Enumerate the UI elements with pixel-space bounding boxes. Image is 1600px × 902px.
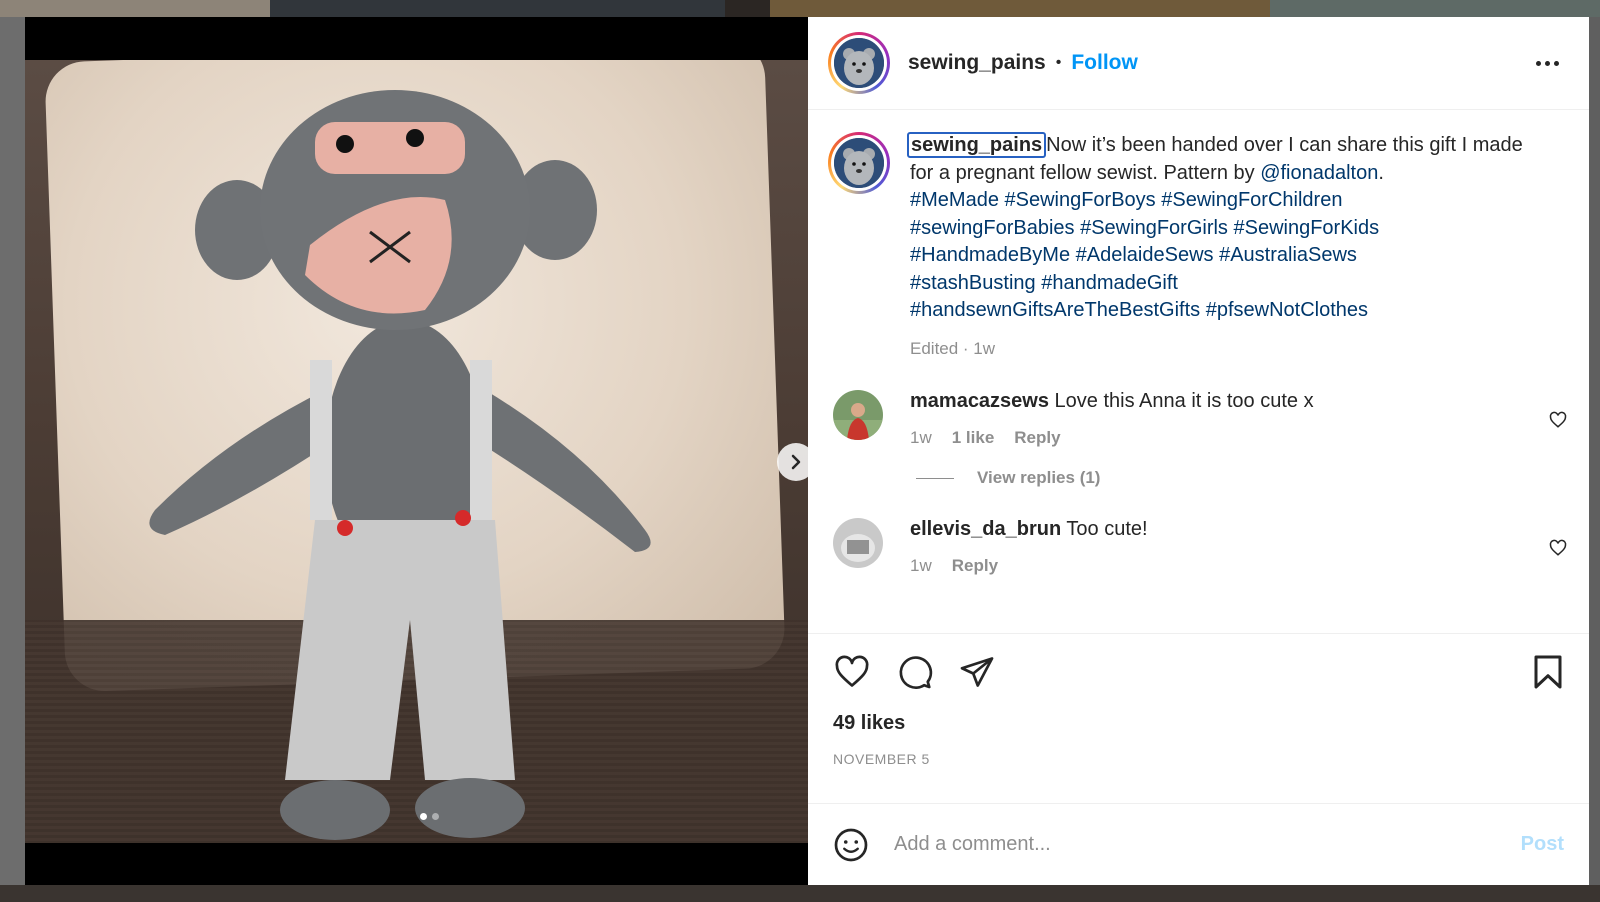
hashtag-link[interactable]: #SewingForKids [1233,217,1379,239]
save-button[interactable] [1532,654,1564,690]
follow-button[interactable]: Follow [1071,51,1138,75]
carousel-indicator [420,813,439,820]
comment-input[interactable] [894,833,1521,856]
background-tile [1270,0,1600,17]
comment-item: mamacazsews Love this Anna it is too cut… [808,390,1589,448]
bear-avatar-image [834,38,884,88]
monkey-doll-image [149,90,651,840]
carousel-dot [432,813,439,820]
comment-text: Too cute! [1066,518,1148,540]
comment-time[interactable]: 1w [910,428,932,448]
reply-button[interactable]: Reply [1014,428,1060,448]
commenter-photo [833,518,883,568]
post-media [25,17,808,885]
emoji-button[interactable] [833,827,869,863]
heart-icon [1549,411,1567,428]
post-actions: 49 likes NOVEMBER 5 [808,633,1589,803]
caption-avatar[interactable] [828,132,890,194]
view-replies-button[interactable]: View replies (1) [916,468,1589,488]
background-bottom-edge [0,885,1600,902]
comment-button[interactable] [897,654,933,690]
mention-link[interactable]: @fionadalton [1260,162,1378,184]
hashtag-link[interactable]: #handsewnGiftsAreTheBestGifts [910,299,1200,321]
emoji-icon [834,828,868,861]
background-tile [270,0,725,17]
like-button[interactable] [833,654,871,690]
author-username[interactable]: sewing_pains [908,51,1046,75]
hashtag-link[interactable]: #SewingForChildren [1161,189,1342,211]
comments-scroll-area[interactable]: sewing_pains Now it’s been handed over I … [808,110,1589,633]
comment-like-button[interactable] [1549,411,1567,434]
commenter-photo [833,390,883,440]
hashtag-link[interactable]: #sewingForBabies [910,217,1075,239]
hashtag-link[interactable]: #SewingForBoys [1005,189,1156,211]
heart-icon [835,655,869,687]
caption-meta: Edited · 1w [910,338,996,358]
post-header: sewing_pains • Follow [808,17,1589,110]
divider-line [916,477,954,479]
comment-bubble-icon [899,656,933,689]
likes-count[interactable]: 49 likes [833,712,1564,735]
post-photo [25,60,808,843]
commenter-avatar[interactable] [833,518,883,568]
comment-username[interactable]: mamacazsews [910,390,1049,412]
hashtag-link[interactable]: #MeMade [910,189,999,211]
background-right-edge [1589,17,1600,902]
comment-likes[interactable]: 1 like [952,428,995,448]
caption-text-2: . [1378,161,1384,184]
hashtag-link[interactable]: #handmadeGift [1041,272,1178,294]
bear-avatar-image [834,138,884,188]
post-comment-button[interactable]: Post [1521,833,1564,856]
reply-button[interactable]: Reply [952,556,998,576]
comment-time[interactable]: 1w [910,556,932,576]
heart-icon [1549,539,1567,556]
hashtag-link[interactable]: #AdelaideSews [1076,244,1214,266]
send-icon [960,657,994,687]
more-options-icon[interactable] [1536,60,1559,66]
background-tile [0,0,270,17]
hashtag-link[interactable]: #pfsewNotClothes [1206,299,1368,321]
comment-text: Love this Anna it is too cute x [1054,390,1314,412]
post-caption: sewing_pains Now it’s been handed over I … [808,110,1589,362]
background-tile [770,0,1270,17]
post-modal: sewing_pains • Follow sewing_pains Now i… [25,17,1589,885]
comment-username[interactable]: ellevis_da_brun [910,518,1061,540]
hashtag-link[interactable]: #AustraliaSews [1219,244,1357,266]
post-date: NOVEMBER 5 [833,751,930,767]
background-left-edge [0,17,25,902]
comment-like-button[interactable] [1549,539,1567,562]
author-avatar[interactable] [828,32,890,94]
add-comment-bar: Post [808,803,1589,885]
commenter-avatar[interactable] [833,390,883,440]
caption-text: sewing_pains Now it’s been handed over I … [907,132,1550,362]
hashtag-link[interactable]: #HandmadeByMe [910,244,1070,266]
separator-dot: • [1055,54,1062,71]
carousel-next-button[interactable] [777,443,808,481]
comment-item: ellevis_da_brun Too cute! 1w Reply [808,518,1589,576]
hashtag-link[interactable]: #stashBusting [910,272,1036,294]
bookmark-icon [1534,655,1562,689]
hashtag-link[interactable]: #SewingForGirls [1080,217,1228,239]
carousel-dot-active [420,813,427,820]
share-button[interactable] [959,654,995,690]
chevron-right-icon [791,454,801,470]
view-replies-label: View replies (1) [977,468,1101,487]
caption-username[interactable]: sewing_pains [907,132,1047,158]
post-details-panel: sewing_pains • Follow sewing_pains Now i… [808,17,1589,885]
